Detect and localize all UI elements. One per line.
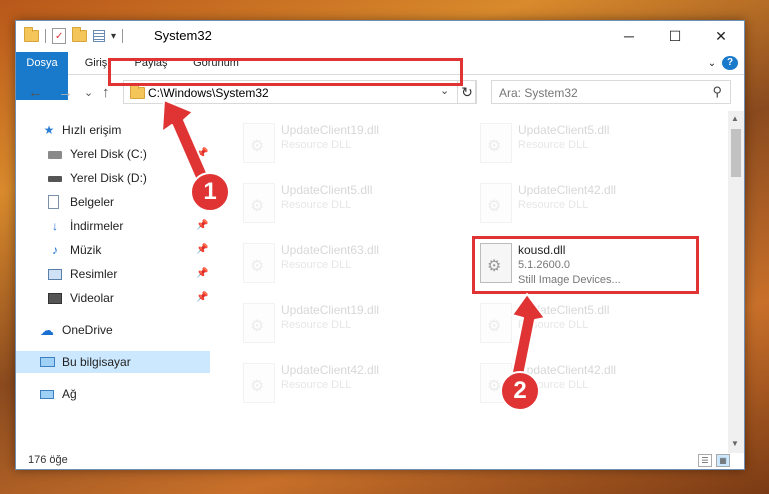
annotation-arrows <box>161 99 546 381</box>
step-1-badge: 1 <box>190 172 230 212</box>
arrow-1 <box>161 99 209 181</box>
step-2-badge: 2 <box>500 371 540 411</box>
arrow-2 <box>510 293 546 381</box>
